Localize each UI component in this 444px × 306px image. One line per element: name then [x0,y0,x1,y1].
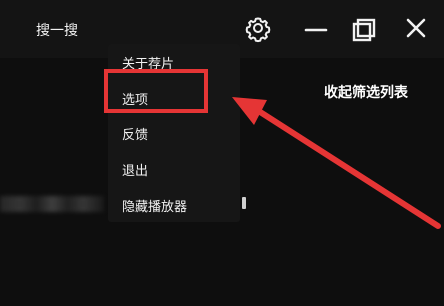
blurred-text [0,196,104,212]
minimize-icon[interactable] [298,10,334,46]
menu-item-exit[interactable]: 退出 [122,160,148,179]
menu-item-about[interactable]: 关于荐片 [122,53,174,72]
settings-menu: 关于荐片 选项 反馈 退出 隐藏播放器 [108,44,240,222]
gear-icon[interactable] [240,10,276,46]
search-tab[interactable]: 搜一搜 [36,20,78,40]
restore-icon[interactable] [346,10,382,46]
menu-item-options[interactable]: 选项 [122,89,148,108]
menu-item-feedback[interactable]: 反馈 [122,124,148,143]
menu-item-hide-player[interactable]: 隐藏播放器 [122,196,187,215]
partial-text [242,197,246,209]
collapse-filter-button[interactable]: 收起筛选列表 [324,82,408,102]
app-window: 搜一搜 收起筛选列表 关于荐片 选项 反馈 退出 隐藏播放器 [0,0,444,306]
close-icon[interactable] [398,10,434,46]
